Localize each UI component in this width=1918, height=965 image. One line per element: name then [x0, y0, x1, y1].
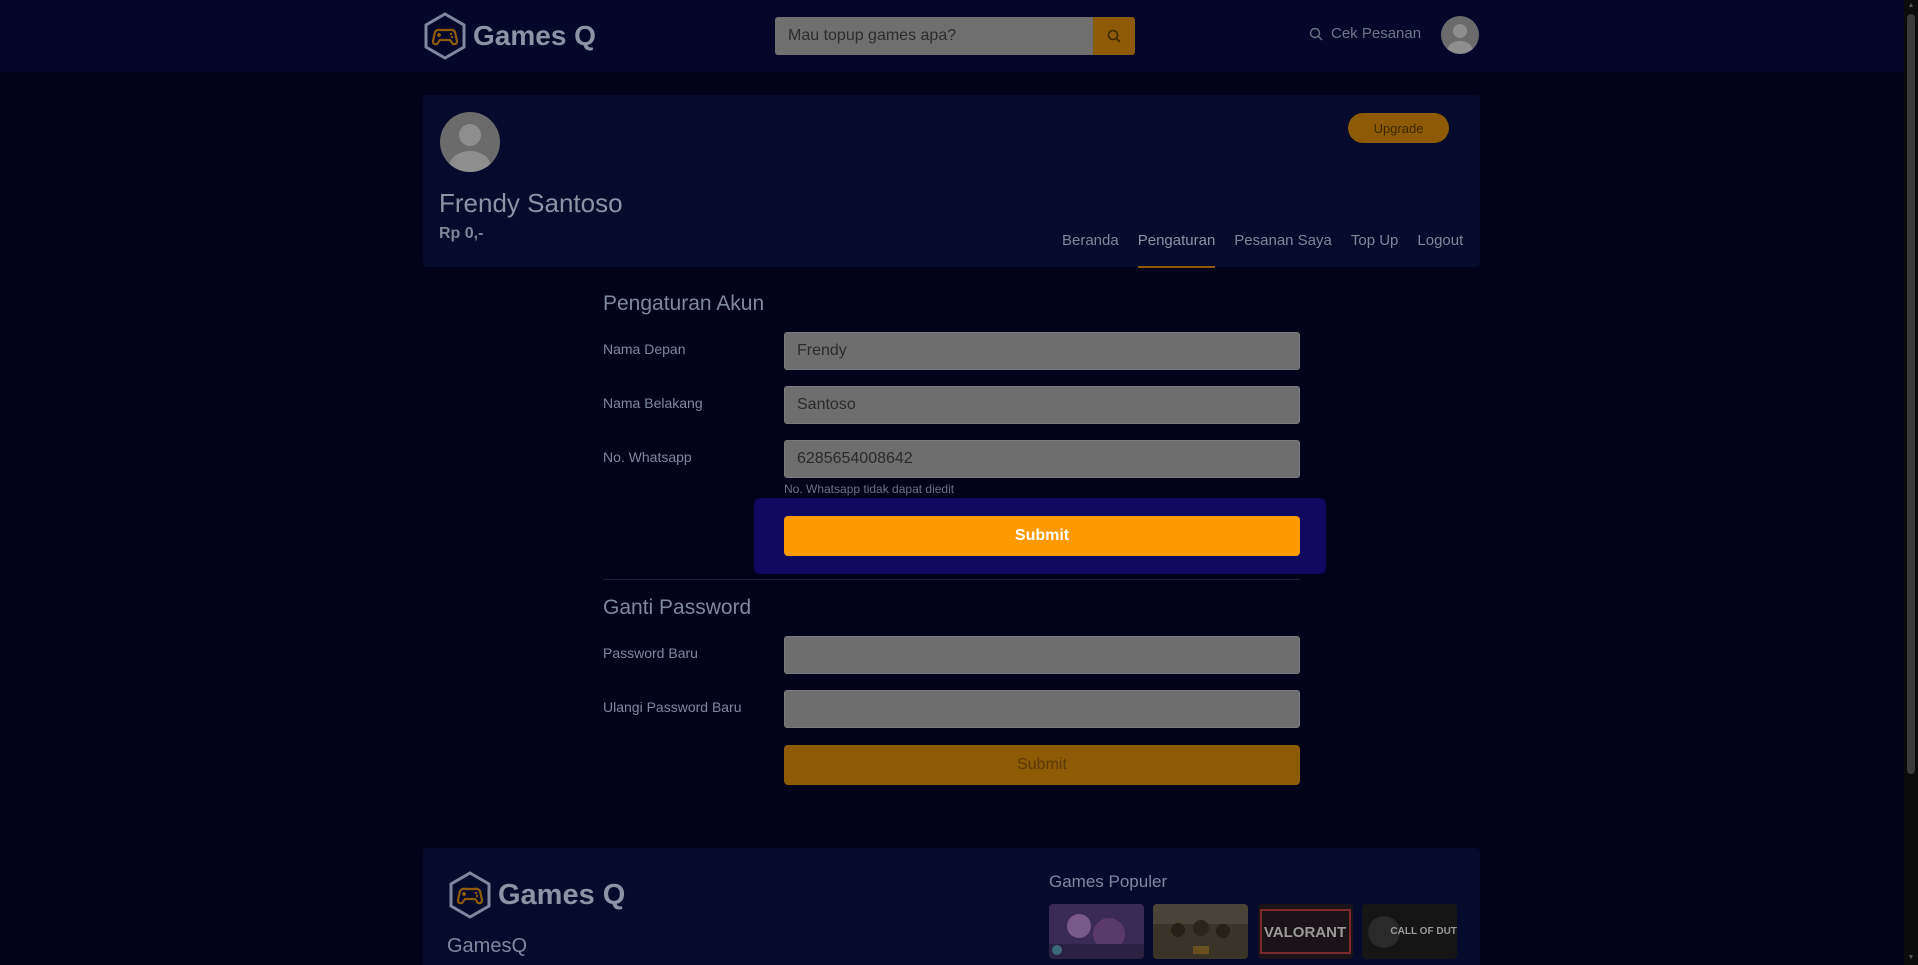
- footer-brand-name: Games Q: [498, 878, 626, 911]
- first-name-field[interactable]: [784, 332, 1300, 370]
- cek-pesanan-label: Cek Pesanan: [1331, 25, 1422, 42]
- repeat-password-field[interactable]: [784, 690, 1300, 728]
- repeat-password-label: Ulangi Password Baru: [603, 699, 742, 715]
- game-thumb-valorant[interactable]: VALORANT: [1258, 904, 1353, 959]
- profile-name: Frendy Santoso: [439, 188, 623, 218]
- section-divider: [603, 579, 1300, 580]
- account-settings-title: Pengaturan Akun: [603, 292, 765, 315]
- brand-name: Games Q: [473, 20, 596, 51]
- tab-logout[interactable]: Logout: [1417, 232, 1463, 268]
- user-icon: [449, 124, 491, 172]
- mobile-legends-thumb-icon: [1049, 904, 1144, 959]
- last-name-label: Nama Belakang: [603, 395, 703, 411]
- gamepad-hex-icon: [424, 12, 466, 60]
- valorant-thumb-text: VALORANT: [1264, 924, 1346, 941]
- footer-brand-text: GamesQ: [447, 935, 528, 957]
- call-of-duty-thumb-icon: CALL OF DUTY: [1362, 904, 1457, 959]
- profile-avatar: [440, 112, 500, 172]
- change-password-title: Ganti Password: [603, 596, 752, 619]
- search-input[interactable]: [775, 17, 1093, 55]
- brand-logo[interactable]: Games Q: [423, 12, 596, 60]
- search-icon: [1309, 27, 1323, 40]
- profile-balance: Rp 0,-: [439, 225, 484, 242]
- scroll-up-icon[interactable]: ▲: [1907, 2, 1915, 10]
- game-thumb-mobile-legends[interactable]: [1049, 904, 1144, 959]
- user-icon: [1447, 24, 1473, 54]
- scrollbar-thumb[interactable]: [1907, 14, 1915, 774]
- profile-tabs: Beranda Pengaturan Pesanan Saya Top Up L…: [1062, 232, 1482, 268]
- footer-logo[interactable]: Games Q: [448, 871, 625, 919]
- search-bar: [775, 17, 1135, 55]
- game-thumb-call-of-duty[interactable]: CALL OF DUTY: [1362, 904, 1457, 959]
- gamepad-hex-icon: [449, 871, 491, 919]
- popular-games-title: Games Populer: [1049, 872, 1168, 891]
- new-password-label: Password Baru: [603, 645, 698, 661]
- tab-pengaturan[interactable]: Pengaturan: [1137, 232, 1215, 268]
- new-password-field[interactable]: [784, 636, 1300, 674]
- tab-top-up[interactable]: Top Up: [1351, 232, 1399, 268]
- upgrade-button[interactable]: Upgrade: [1348, 113, 1449, 143]
- valorant-thumb-icon: VALORANT: [1258, 904, 1353, 959]
- whatsapp-hint: No. Whatsapp tidak dapat diedit: [784, 482, 955, 496]
- user-avatar[interactable]: [1441, 16, 1479, 54]
- tab-pesanan-saya[interactable]: Pesanan Saya: [1234, 232, 1332, 268]
- cek-pesanan-link[interactable]: Cek Pesanan: [1309, 25, 1421, 42]
- whatsapp-field[interactable]: [784, 440, 1300, 478]
- search-icon: [1107, 29, 1121, 43]
- last-name-field[interactable]: [784, 386, 1300, 424]
- pubg-thumb-icon: [1153, 904, 1248, 959]
- tab-beranda[interactable]: Beranda: [1062, 232, 1119, 268]
- whatsapp-label: No. Whatsapp: [603, 449, 692, 465]
- search-button[interactable]: [1093, 17, 1135, 55]
- scroll-down-icon[interactable]: ▼: [1907, 954, 1915, 962]
- game-thumb-pubg[interactable]: [1153, 904, 1248, 959]
- top-navbar: Games Q Cek Pesanan: [0, 0, 1904, 72]
- cod-thumb-text: CALL OF DUTY: [1390, 926, 1457, 937]
- first-name-label: Nama Depan: [603, 341, 686, 357]
- account-submit-button[interactable]: Submit: [784, 516, 1300, 556]
- password-submit-button[interactable]: Submit: [784, 745, 1300, 785]
